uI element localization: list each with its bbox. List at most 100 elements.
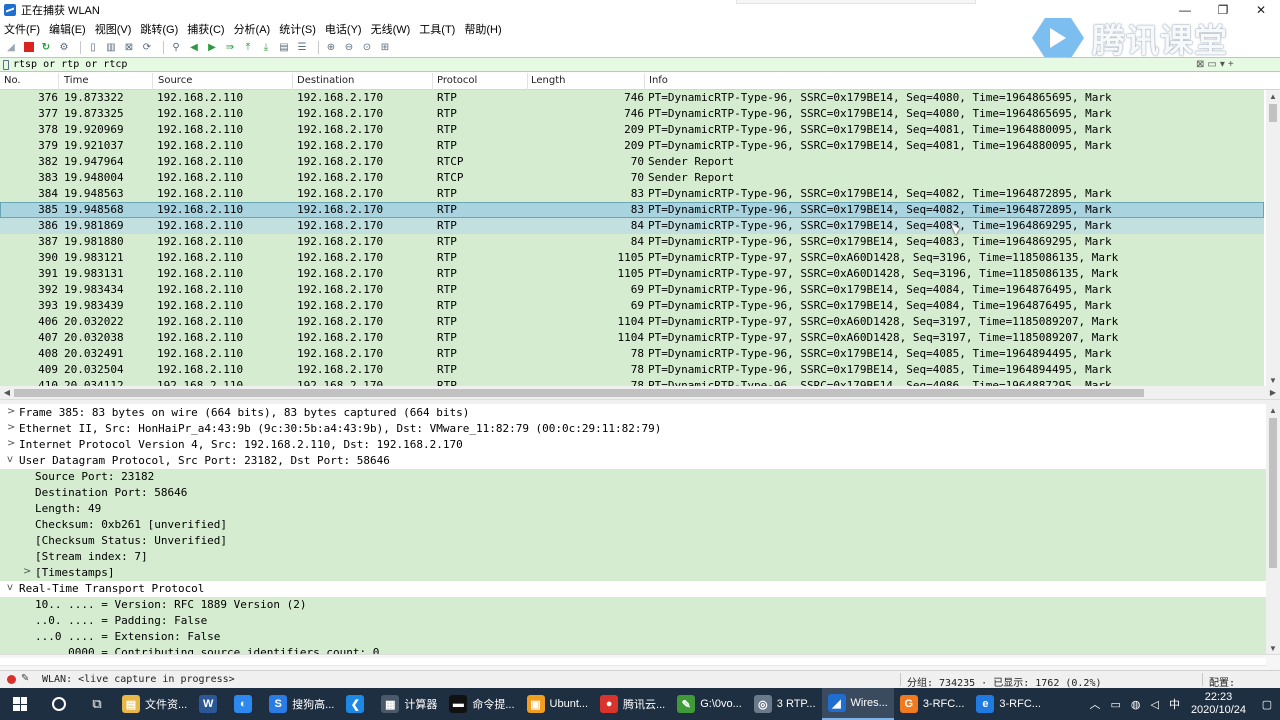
scroll-right-icon[interactable]: ▶ (1266, 386, 1280, 399)
open-file-icon[interactable]: ▯ (86, 41, 100, 54)
system-clock[interactable]: 22:23 2020/10/24 (1191, 691, 1246, 717)
menu-edit[interactable]: 编辑(E) (49, 21, 86, 37)
colorize-icon[interactable]: ☰ (295, 41, 309, 54)
column-header-destination[interactable]: Destination (297, 75, 354, 86)
start-capture-icon[interactable]: ◢ (4, 41, 18, 54)
packet-row[interactable]: 390 19.983121 192.168.2.110 192.168.2.170 RT… (0, 250, 1264, 266)
menu-capture[interactable]: 捕获(C) (187, 21, 224, 37)
reload-icon[interactable]: ⟳ (140, 41, 154, 54)
start-button[interactable] (0, 688, 40, 720)
detail-tree-row[interactable]: > [Timestamps] (0, 565, 1266, 581)
column-divider[interactable] (432, 73, 433, 90)
detail-tree-row[interactable]: [Stream index: 7] (0, 549, 1266, 565)
taskbar-app-button[interactable]: ◎ 3 RTP... (748, 688, 822, 720)
expanded-arrow-icon[interactable]: v (7, 582, 13, 593)
packet-row[interactable]: 386 19.981869 192.168.2.110 192.168.2.170 RT… (0, 218, 1264, 234)
resize-columns-icon[interactable]: ⊞ (378, 41, 392, 54)
menu-telephony[interactable]: 电话(Y) (325, 21, 362, 37)
detail-tree-row[interactable]: .... 0000 = Contributing source identifi… (0, 645, 1266, 654)
menu-analyze[interactable]: 分析(A) (234, 21, 271, 37)
close-button[interactable]: ✕ (1242, 0, 1280, 20)
column-header-time[interactable]: Time (64, 75, 88, 86)
menu-tools[interactable]: 工具(T) (419, 21, 455, 37)
scroll-left-icon[interactable]: ◀ (0, 386, 14, 399)
go-last-icon[interactable]: ⤓ (259, 41, 273, 54)
column-divider[interactable] (644, 73, 645, 90)
scroll-thumb[interactable] (14, 389, 1144, 397)
clear-filter-icon[interactable]: ⊠ (1196, 59, 1204, 70)
capture-comment-icon[interactable]: ✎ (21, 673, 29, 684)
column-divider[interactable] (58, 73, 59, 90)
go-to-packet-icon[interactable]: ⇛ (223, 41, 237, 54)
detail-tree-row[interactable]: Length: 49 (0, 501, 1266, 517)
autoscroll-icon[interactable]: ▤ (277, 41, 291, 54)
taskbar-app-button[interactable]: ▦ 计算器 (375, 688, 443, 720)
packet-row[interactable]: 376 19.873322 192.168.2.110 192.168.2.170 RT… (0, 90, 1264, 106)
detail-tree-row[interactable]: > Internet Protocol Version 4, Src: 192.1… (0, 437, 1266, 453)
network-icon[interactable]: ◍ (1131, 698, 1141, 711)
zoom-out-icon[interactable]: ⊖ (342, 41, 356, 54)
scroll-down-icon[interactable]: ▼ (1266, 642, 1280, 654)
column-header-source[interactable]: Source (158, 75, 192, 86)
details-vertical-scrollbar[interactable]: ▲ ▼ (1266, 404, 1280, 654)
filter-bookmark-icon[interactable] (3, 59, 9, 70)
collapsed-arrow-icon[interactable]: > (7, 422, 15, 433)
scroll-up-icon[interactable]: ▲ (1266, 90, 1280, 102)
packet-row[interactable]: 410 20.034112 192.168.2.110 192.168.2.170 RT… (0, 378, 1264, 386)
scroll-thumb[interactable] (1269, 104, 1277, 122)
filter-dropdown-icon[interactable]: ▾ (1220, 59, 1225, 70)
go-back-icon[interactable]: ◀ (187, 41, 201, 54)
scroll-thumb[interactable] (1269, 418, 1277, 568)
detail-tree-row[interactable]: Source Port: 23182 (0, 469, 1266, 485)
packet-row[interactable]: 407 20.032038 192.168.2.110 192.168.2.170 RT… (0, 330, 1264, 346)
expert-info-icon[interactable] (7, 675, 16, 684)
packet-row[interactable]: 391 19.983131 192.168.2.110 192.168.2.170 RT… (0, 266, 1264, 282)
detail-tree-row[interactable]: 10.. .... = Version: RFC 1889 Version (2… (0, 597, 1266, 613)
menu-wireless[interactable]: 无线(W) (371, 21, 411, 37)
packet-row[interactable]: 409 20.032504 192.168.2.110 192.168.2.170 RT… (0, 362, 1264, 378)
collapsed-arrow-icon[interactable]: > (23, 566, 31, 577)
taskbar-app-button[interactable]: ◐ (228, 688, 263, 720)
go-first-icon[interactable]: ⤒ (241, 41, 255, 54)
go-forward-icon[interactable]: ▶ (205, 41, 219, 54)
menu-go[interactable]: 跳转(G) (140, 21, 178, 37)
column-header-length[interactable]: Length (531, 75, 566, 86)
taskbar-app-button[interactable]: S 搜狗高... (263, 688, 340, 720)
capture-options-icon[interactable]: ⚙ (57, 41, 71, 54)
column-divider[interactable] (292, 73, 293, 90)
packet-row[interactable]: 382 19.947964 192.168.2.110 192.168.2.170 RT… (0, 154, 1264, 170)
minimize-button[interactable]: — (1166, 0, 1204, 20)
taskbar-app-button[interactable]: ▣ Ubunt... (521, 688, 595, 720)
detail-tree-row[interactable]: Checksum: 0xb261 [unverified] (0, 517, 1266, 533)
menu-view[interactable]: 视图(V) (95, 21, 132, 37)
column-divider[interactable] (527, 73, 528, 90)
find-packet-icon[interactable]: ⚲ (169, 41, 183, 54)
packet-row[interactable]: 406 20.032022 192.168.2.110 192.168.2.170 RT… (0, 314, 1264, 330)
column-divider[interactable] (152, 73, 153, 90)
menu-statistics[interactable]: 统计(S) (279, 21, 316, 37)
packet-row[interactable]: 384 19.948563 192.168.2.110 192.168.2.170 RT… (0, 186, 1264, 202)
packet-row[interactable]: 383 19.948004 192.168.2.110 192.168.2.170 RT… (0, 170, 1264, 186)
taskbar-app-button[interactable]: e 3-RFC... (970, 688, 1047, 720)
taskbar-app-button[interactable]: G 3-RFC... (894, 688, 971, 720)
taskbar-app-button[interactable]: ✎ G:\0vo... (671, 688, 748, 720)
expanded-arrow-icon[interactable]: v (7, 454, 13, 465)
add-filter-button-icon[interactable]: + (1228, 59, 1234, 70)
zoom-in-icon[interactable]: ⊕ (324, 41, 338, 54)
scroll-down-icon[interactable]: ▼ (1266, 374, 1280, 386)
tray-overflow-icon[interactable]: ︿ (1089, 696, 1100, 712)
taskbar-app-button[interactable]: ● 腾讯云... (594, 688, 671, 720)
detail-tree-row[interactable]: ..0. .... = Padding: False (0, 613, 1266, 629)
packet-list-vertical-scrollbar[interactable]: ▲ ▼ (1266, 90, 1280, 386)
collapsed-arrow-icon[interactable]: > (7, 438, 15, 449)
collapsed-arrow-icon[interactable]: > (7, 406, 15, 417)
column-header-info[interactable]: Info (649, 75, 668, 86)
taskbar-app-button[interactable]: ▤ 文件资... (116, 688, 193, 720)
packet-row[interactable]: 385 19.948568 192.168.2.110 192.168.2.170 RT… (0, 202, 1264, 218)
zoom-normal-icon[interactable]: ⊙ (360, 41, 374, 54)
menu-help[interactable]: 帮助(H) (464, 21, 501, 37)
scroll-up-icon[interactable]: ▲ (1266, 404, 1280, 416)
task-view-button[interactable]: ⧉ (78, 688, 116, 720)
detail-tree-row[interactable]: Destination Port: 58646 (0, 485, 1266, 501)
stop-capture-icon[interactable] (24, 42, 34, 52)
